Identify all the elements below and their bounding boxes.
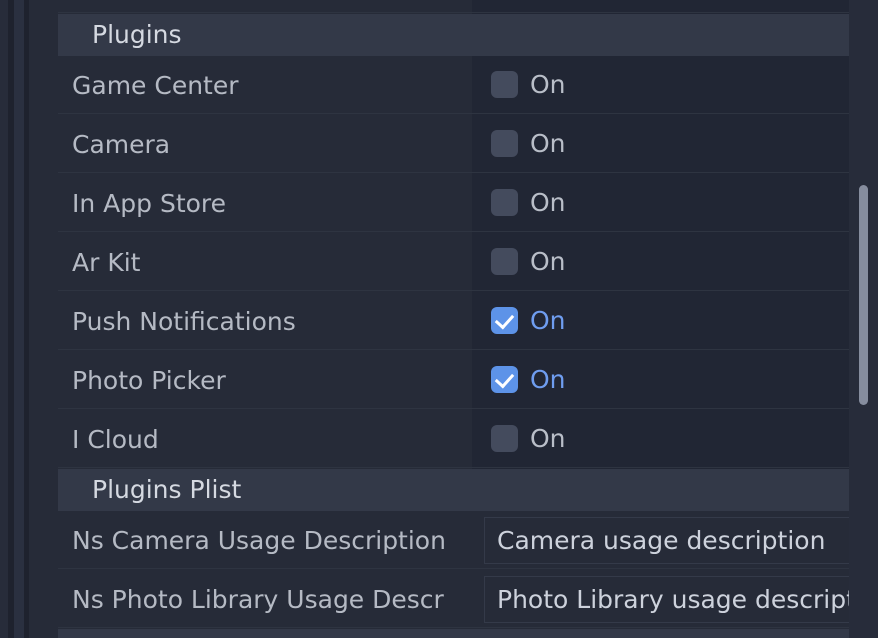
property-label-in-app-store: In App Store xyxy=(72,189,227,218)
table-row[interactable]: Game Center On xyxy=(58,56,878,115)
property-label-camera: Camera xyxy=(72,130,171,159)
checkbox-label: On xyxy=(530,247,566,276)
panel-left-gutter xyxy=(14,0,24,638)
checkbox-label: On xyxy=(530,188,566,217)
property-label-push-notifications: Push Notifications xyxy=(72,307,296,336)
table-row[interactable]: Photo Picker On xyxy=(58,351,878,410)
property-value-cell[interactable]: On xyxy=(472,115,878,174)
checkbox-control-camera[interactable]: On xyxy=(491,130,566,157)
property-value-cell[interactable]: On xyxy=(472,233,878,292)
checkbox-checked-icon[interactable] xyxy=(491,366,518,393)
checkbox-unchecked-icon[interactable] xyxy=(491,248,518,275)
property-label-i-cloud: I Cloud xyxy=(72,425,159,454)
checkbox-label: On xyxy=(530,70,566,99)
checkbox-control-i-cloud[interactable]: On xyxy=(491,425,566,452)
clipped-property-row-copyright: Copyright xyxy=(58,0,878,14)
text-input-ns-camera-usage-description[interactable]: Camera usage description xyxy=(484,517,876,564)
property-label-ns-camera-usage-description: Ns Camera Usage Description xyxy=(72,526,446,555)
property-value-cell[interactable]: Photo Library usage descripti xyxy=(472,570,878,629)
table-row[interactable]: Ns Photo Library Usage Descr Photo Librar… xyxy=(58,570,878,629)
checkbox-label: On xyxy=(530,129,566,158)
property-value-cell[interactable] xyxy=(472,0,878,14)
checkbox-unchecked-icon[interactable] xyxy=(491,71,518,98)
table-row[interactable]: In App Store On xyxy=(58,174,878,233)
property-value-cell[interactable]: On xyxy=(472,292,878,351)
scrollbar-thumb[interactable] xyxy=(859,185,868,405)
text-input-ns-photo-library-usage-description[interactable]: Photo Library usage descripti xyxy=(484,576,876,623)
table-row[interactable]: Ar Kit On xyxy=(58,233,878,292)
property-label-game-center: Game Center xyxy=(72,71,239,100)
property-value-cell[interactable]: On xyxy=(472,351,878,410)
inspector-panel: Copyright PluginsGame CenterOnCameraOnIn… xyxy=(0,0,878,638)
checkbox-label: On xyxy=(530,365,566,394)
table-row[interactable]: Camera On xyxy=(58,115,878,174)
checkbox-unchecked-icon[interactable] xyxy=(491,189,518,216)
table-row[interactable]: I Cloud On xyxy=(58,410,878,469)
property-label-ns-photo-library-usage-description: Ns Photo Library Usage Descr xyxy=(72,585,444,614)
section-title: Capabilities xyxy=(92,629,238,638)
table-row[interactable]: Copyright xyxy=(58,0,878,14)
property-list: Copyright PluginsGame CenterOnCameraOnIn… xyxy=(29,0,878,638)
section-header-plugins-section[interactable]: Plugins xyxy=(58,14,878,56)
checkbox-control-ar-kit[interactable]: On xyxy=(491,248,566,275)
checkbox-control-push-notifications[interactable]: On xyxy=(491,307,566,334)
property-list-body: Plugins Game Center On Camera On In App Store… xyxy=(58,14,878,638)
checkbox-label: On xyxy=(530,306,566,335)
checkbox-unchecked-icon[interactable] xyxy=(491,425,518,452)
checkbox-control-game-center[interactable]: On xyxy=(491,71,566,98)
panel-left-edge-outer xyxy=(0,0,8,638)
checkbox-control-in-app-store[interactable]: On xyxy=(491,189,566,216)
property-label-ar-kit: Ar Kit xyxy=(72,248,141,277)
section-title: Plugins xyxy=(92,20,182,49)
section-header-plugins-plist-section[interactable]: Plugins Plist xyxy=(58,469,878,511)
checkbox-label: On xyxy=(530,424,566,453)
checkbox-checked-icon[interactable] xyxy=(491,307,518,334)
section-title: Plugins Plist xyxy=(92,475,242,504)
checkbox-unchecked-icon[interactable] xyxy=(491,130,518,157)
property-label: Copyright xyxy=(72,0,194,14)
property-value-cell[interactable]: On xyxy=(472,174,878,233)
property-value-cell[interactable]: On xyxy=(472,56,878,115)
section-header-capabilities-section[interactable]: Capabilities xyxy=(58,629,878,638)
table-row[interactable]: Push Notifications On xyxy=(58,292,878,351)
property-value-cell[interactable]: Camera usage description xyxy=(472,511,878,570)
property-value-cell[interactable]: On xyxy=(472,410,878,469)
table-row[interactable]: Ns Camera Usage Description Camera usage … xyxy=(58,511,878,570)
property-label-photo-picker: Photo Picker xyxy=(72,366,226,395)
checkbox-control-photo-picker[interactable]: On xyxy=(491,366,566,393)
